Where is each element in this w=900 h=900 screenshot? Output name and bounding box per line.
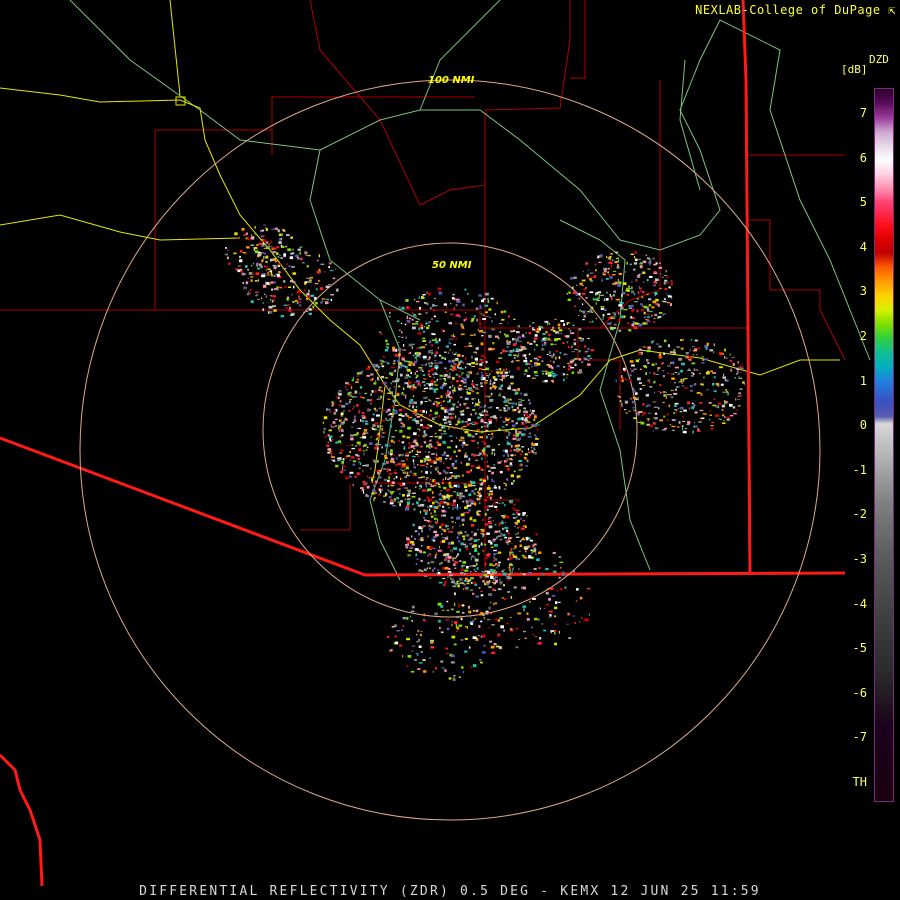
colorbar-tick: -3 [852, 552, 867, 566]
range-ring-label-50: 50 NMI [432, 260, 472, 271]
colorbar-tick: -5 [852, 641, 867, 656]
radar-map: 50 NMI 100 NMI [0, 0, 871, 887]
colorbar-tick: 5 [859, 195, 867, 210]
colorbar-product-code: DZD [869, 53, 889, 66]
product-caption: DIFFERENTIAL REFLECTIVITY (ZDR) 0.5 DEG … [139, 884, 761, 899]
colorbar-tick: -6 [852, 685, 867, 700]
colorbar-tick: 7 [859, 106, 867, 120]
colorbar-tick: 3 [859, 284, 867, 299]
range-rings [79, 79, 821, 821]
colorbar-tick: -7 [852, 730, 867, 745]
colorbar-scale [874, 88, 894, 802]
colorbar-tick: TH [852, 775, 867, 789]
county-lines [0, 0, 846, 580]
colorbar-unit-label: [dB] [841, 63, 868, 76]
colorbar-tick: 2 [859, 329, 867, 343]
colorbar-tick: -2 [852, 507, 867, 522]
colorbar-tick: 0 [859, 418, 867, 433]
state-borders [0, 0, 846, 887]
colorbar-tick: 6 [859, 150, 867, 165]
range-ring-label-100: 100 NMI [428, 75, 475, 86]
colorbar-tick: 4 [859, 239, 867, 254]
colorbar-tick: -4 [852, 596, 867, 611]
colorbar-tick: 1 [859, 373, 867, 388]
colorbar-tick: -1 [852, 462, 867, 477]
nexlab-credit-link[interactable]: NEXLAB-College of DuPage ⇱ [695, 3, 896, 17]
